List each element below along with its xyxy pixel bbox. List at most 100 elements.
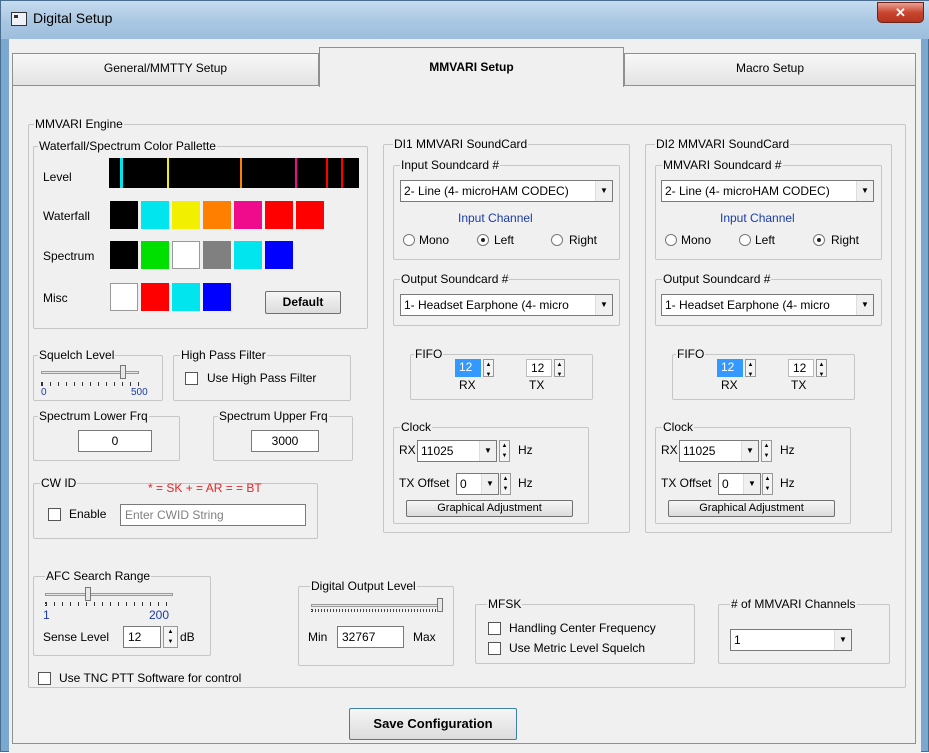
afc-title: AFC Search Range bbox=[45, 569, 152, 583]
di1-clock-rx-select[interactable]: 11025 ▼ bbox=[417, 440, 497, 462]
dol-input[interactable]: 32767 bbox=[337, 626, 404, 648]
misc-swatch[interactable] bbox=[110, 283, 138, 311]
engine-title: MMVARI Engine bbox=[34, 117, 124, 131]
di1-clock-title: Clock bbox=[400, 420, 433, 434]
di2-right-radio[interactable] bbox=[813, 234, 825, 246]
di2-input-select[interactable]: 2- Line (4- microHAM CODEC) ▼ bbox=[661, 180, 874, 202]
waterfall-swatch[interactable] bbox=[172, 201, 200, 229]
di1-fifo-tx-input[interactable]: 12 bbox=[526, 359, 552, 377]
di1-fifo-rx-spinner[interactable]: ▲ ▼ bbox=[483, 359, 494, 378]
chevron-down-icon[interactable]: ▼ bbox=[741, 441, 758, 461]
dol-track[interactable] bbox=[311, 604, 441, 607]
close-icon[interactable]: ✕ bbox=[877, 2, 924, 23]
spectrum-swatch[interactable] bbox=[110, 241, 138, 269]
squelch-max: 500 bbox=[131, 387, 148, 398]
waterfall-swatch[interactable] bbox=[110, 201, 138, 229]
chevron-down-icon[interactable]: ▼ bbox=[481, 474, 498, 494]
waterfall-swatch[interactable] bbox=[203, 201, 231, 229]
chevron-down-icon[interactable]: ▼ bbox=[595, 181, 612, 201]
tab-mmvari[interactable]: MMVARI Setup bbox=[319, 47, 624, 87]
tab-macro[interactable]: Macro Setup bbox=[624, 53, 916, 85]
spectrum-swatch[interactable] bbox=[172, 241, 200, 269]
spectrum-label: Spectrum bbox=[43, 249, 95, 263]
chevron-down-icon[interactable]: ▼ bbox=[595, 295, 612, 315]
level-bar[interactable] bbox=[109, 158, 359, 188]
di2-fifo-rx-input[interactable]: 12 bbox=[717, 359, 743, 377]
afc-slider-thumb[interactable] bbox=[85, 587, 91, 601]
misc-swatch[interactable] bbox=[203, 283, 231, 311]
squelch-ticks bbox=[41, 382, 139, 386]
di1-offset-select[interactable]: 0 ▼ bbox=[456, 473, 499, 495]
spec-upper-input[interactable]: 3000 bbox=[251, 430, 319, 452]
sense-spinner[interactable]: ▲ ▼ bbox=[163, 626, 178, 648]
di2-clock-rx-select[interactable]: 11025 ▼ bbox=[679, 440, 759, 462]
tnc-checkbox[interactable] bbox=[38, 672, 51, 685]
spec-upper-title: Spectrum Upper Frq bbox=[218, 409, 329, 423]
dol-slider-thumb[interactable] bbox=[437, 598, 443, 612]
di1-output-select[interactable]: 1- Headset Earphone (4- micro ▼ bbox=[400, 294, 613, 316]
di1-left-radio[interactable] bbox=[477, 234, 489, 246]
mfsk-title: MFSK bbox=[487, 597, 523, 611]
chevron-down-icon[interactable]: ▼ bbox=[743, 474, 760, 494]
cwid-input[interactable]: Enter CWID String bbox=[120, 504, 306, 526]
di1-clock-rx-spinner[interactable]: ▲ ▼ bbox=[499, 440, 510, 462]
di2-left-label: Left bbox=[755, 233, 776, 247]
di1-graphical-adjustment-button[interactable]: Graphical Adjustment bbox=[406, 500, 573, 517]
spectrum-swatch[interactable] bbox=[141, 241, 169, 269]
dialog-window: Digital Setup ✕ General/MMTTY Setup MMVA… bbox=[0, 0, 929, 753]
squelch-min: 0 bbox=[41, 387, 47, 398]
waterfall-swatch[interactable] bbox=[296, 201, 324, 229]
chevron-down-icon[interactable]: ▼ bbox=[479, 441, 496, 461]
spec-lower-input[interactable]: 0 bbox=[78, 430, 152, 452]
di1-fifo-rx-input[interactable]: 12 bbox=[455, 359, 481, 377]
di2-clock-rx-spinner[interactable]: ▲ ▼ bbox=[761, 440, 772, 462]
di1-title: DI1 MMVARI SoundCard bbox=[393, 137, 529, 151]
spectrum-swatch[interactable] bbox=[265, 241, 293, 269]
di1-input-title: Input Soundcard # bbox=[400, 158, 501, 172]
di1-input-select[interactable]: 2- Line (4- microHAM CODEC) ▼ bbox=[400, 180, 613, 202]
waterfall-swatch[interactable] bbox=[234, 201, 262, 229]
mfsk-handling-checkbox[interactable] bbox=[488, 622, 501, 635]
chevron-down-icon[interactable]: ▼ bbox=[856, 181, 873, 201]
di2-fifo-tx-spinner[interactable]: ▲ ▼ bbox=[816, 359, 827, 378]
afc-min: 1 bbox=[43, 608, 50, 622]
di1-input-value: 2- Line (4- microHAM CODEC) bbox=[404, 184, 569, 198]
misc-swatch[interactable] bbox=[141, 283, 169, 311]
sense-input[interactable]: 12 bbox=[123, 626, 161, 648]
mfsk-metric-checkbox[interactable] bbox=[488, 642, 501, 655]
default-button[interactable]: Default bbox=[265, 291, 341, 314]
misc-swatch[interactable] bbox=[172, 283, 200, 311]
di2-title: DI2 MMVARI SoundCard bbox=[655, 137, 791, 151]
tnc-label: Use TNC PTT Software for control bbox=[59, 671, 242, 685]
di2-right-label: Right bbox=[831, 233, 860, 247]
afc-track[interactable] bbox=[45, 593, 173, 596]
di2-output-select[interactable]: 1- Headset Earphone (4- micro ▼ bbox=[661, 294, 874, 316]
di1-output-value: 1- Headset Earphone (4- micro bbox=[404, 298, 569, 312]
di2-mono-radio[interactable] bbox=[665, 234, 677, 246]
title-bar: Digital Setup ✕ bbox=[1, 1, 929, 39]
chevron-down-icon[interactable]: ▼ bbox=[856, 295, 873, 315]
di1-left-label: Left bbox=[494, 233, 515, 247]
di2-left-radio[interactable] bbox=[739, 234, 751, 246]
di2-fifo-tx-input[interactable]: 12 bbox=[788, 359, 814, 377]
squelch-slider-thumb[interactable] bbox=[120, 365, 126, 379]
chevron-down-icon[interactable]: ▼ bbox=[834, 630, 851, 650]
di1-mono-radio[interactable] bbox=[403, 234, 415, 246]
channels-select[interactable]: 1 ▼ bbox=[730, 629, 852, 651]
spectrum-swatch[interactable] bbox=[234, 241, 262, 269]
hpf-checkbox[interactable] bbox=[185, 372, 198, 385]
di2-offset-spinner[interactable]: ▲ ▼ bbox=[762, 473, 773, 495]
di2-graphical-adjustment-button[interactable]: Graphical Adjustment bbox=[668, 500, 835, 517]
cwid-enable-checkbox[interactable] bbox=[48, 508, 61, 521]
di1-fifo-tx-spinner[interactable]: ▲ ▼ bbox=[554, 359, 565, 378]
di1-right-radio[interactable] bbox=[551, 234, 563, 246]
di2-offset-select[interactable]: 0 ▼ bbox=[718, 473, 761, 495]
di2-fifo-rx-spinner[interactable]: ▲ ▼ bbox=[745, 359, 756, 378]
di2-clock-rx-value: 11025 bbox=[683, 444, 716, 458]
tab-general-mmtty[interactable]: General/MMTTY Setup bbox=[12, 53, 319, 85]
waterfall-swatch[interactable] bbox=[265, 201, 293, 229]
waterfall-swatch[interactable] bbox=[141, 201, 169, 229]
di1-offset-spinner[interactable]: ▲ ▼ bbox=[500, 473, 511, 495]
save-configuration-button[interactable]: Save Configuration bbox=[349, 708, 517, 740]
spectrum-swatch[interactable] bbox=[203, 241, 231, 269]
